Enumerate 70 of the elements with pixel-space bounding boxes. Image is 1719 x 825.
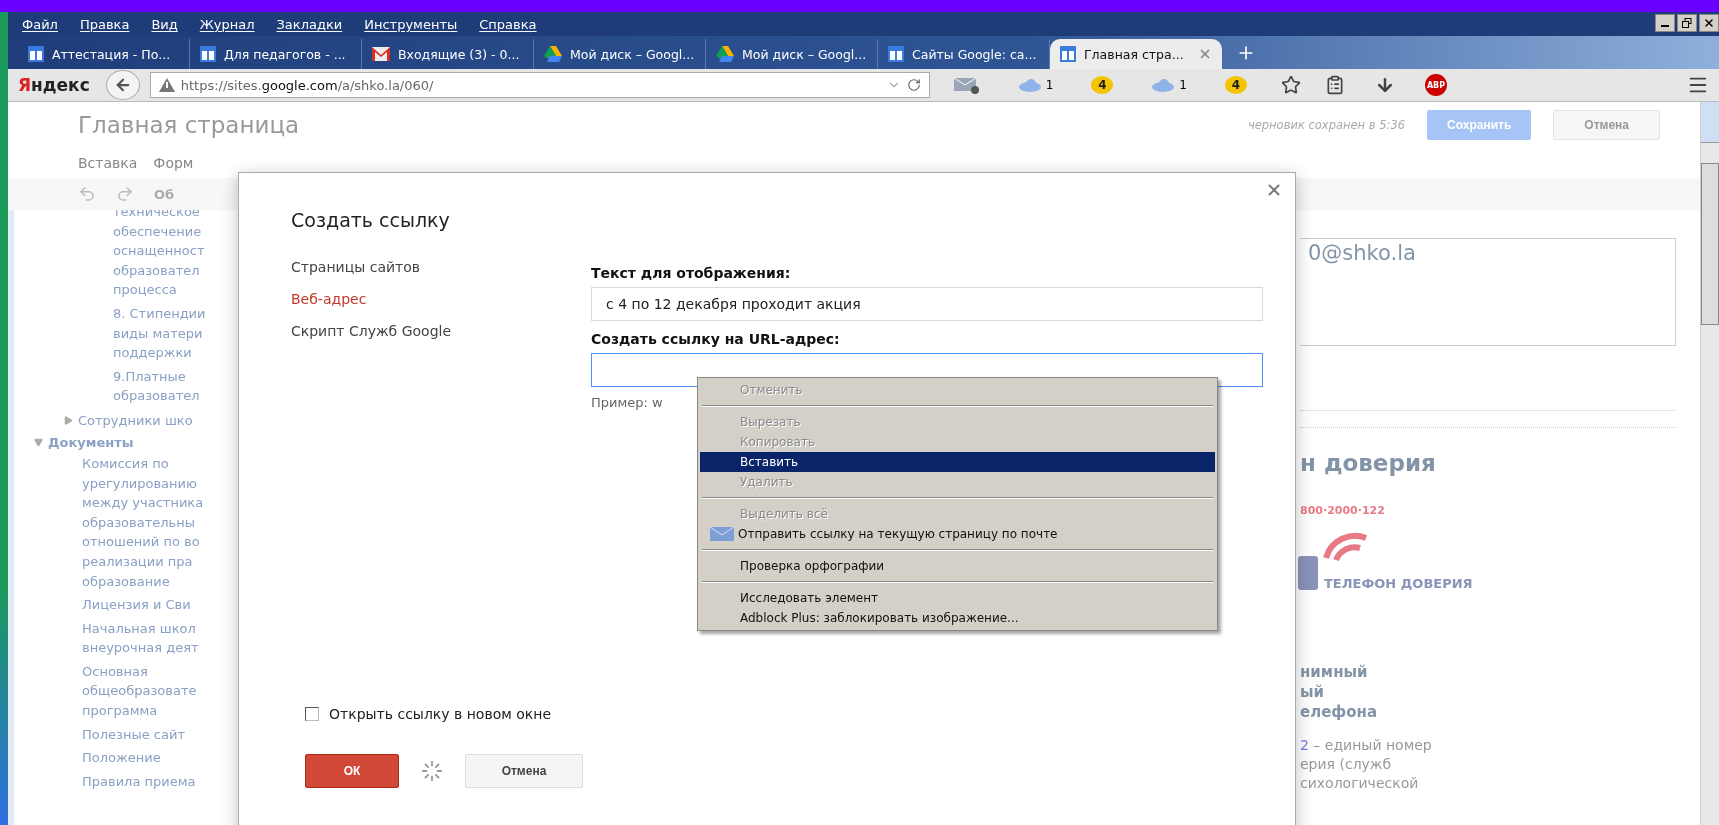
- hotline-title: нимный ый елефона: [1300, 662, 1378, 722]
- cloud-count: 1: [1045, 78, 1054, 92]
- back-button[interactable]: [105, 70, 140, 100]
- browser-logo[interactable]: Яндекс: [18, 75, 90, 95]
- close-icon[interactable]: [1699, 14, 1719, 32]
- browser-tab[interactable]: Главная стра...: [1050, 39, 1222, 69]
- menu-item[interactable]: Файл: [22, 16, 58, 32]
- new-window-checkbox[interactable]: Открыть ссылку в новом окне: [305, 706, 552, 722]
- cancel-button[interactable]: Отмена: [465, 754, 583, 788]
- cloud-count: 1: [1179, 78, 1187, 92]
- expanded-triangle-icon[interactable]: [34, 438, 43, 448]
- draft-status: черновик сохранен в 5:36: [1247, 118, 1406, 132]
- adblock-button[interactable]: ABP: [1425, 74, 1447, 96]
- email-text: 0@shko.la: [1308, 241, 1416, 265]
- envelope-icon: [710, 527, 734, 541]
- field-label: Текст для отображения:: [591, 265, 792, 281]
- dialog-title: Создать ссылку: [291, 209, 451, 231]
- loading-spinner-icon: [421, 760, 443, 782]
- context-menu-item[interactable]: Проверка орфографии: [700, 556, 1215, 576]
- link-type-option[interactable]: Страницы сайтов: [291, 259, 421, 275]
- minimize-icon[interactable]: [1655, 14, 1675, 32]
- menu-item[interactable]: Закладки: [276, 16, 343, 32]
- display-text-field[interactable]: с 4 по 12 декабря проходит акция: [591, 287, 1263, 321]
- page-layout-icon: [1060, 46, 1076, 62]
- collapsed-triangle-icon[interactable]: [64, 416, 73, 426]
- tab-title: Мой диск – Googl...: [570, 46, 695, 62]
- tab-title: Мой диск – Googl...: [742, 46, 867, 62]
- context-menu-item[interactable]: Вставить: [700, 452, 1215, 472]
- menu-item[interactable]: Правка: [79, 16, 130, 32]
- restore-icon[interactable]: [1677, 14, 1697, 32]
- address-bar[interactable]: https://sites.google.com/a/shko.la/060/: [149, 72, 930, 98]
- reload-icon[interactable]: [906, 78, 921, 92]
- tab-title: Для педагогов - ...: [224, 46, 347, 62]
- triangle-logo-icon: [544, 46, 562, 62]
- hotline-description: 2 – единый номер ерия (служб сихологической: [1300, 736, 1433, 793]
- link-type-option[interactable]: Веб-адрес: [291, 291, 367, 307]
- editor-menu-item[interactable]: Форм: [153, 155, 194, 171]
- envelope-icon: [372, 47, 390, 61]
- menu-item[interactable]: Вид: [151, 16, 178, 32]
- context-menu-item[interactable]: Adblock Plus: заблокировать изображение...: [700, 608, 1215, 628]
- count-badge[interactable]: 4: [1225, 76, 1247, 94]
- tab-title: Входящие (3) - 0...: [398, 46, 521, 62]
- page-layout-icon: [200, 46, 216, 62]
- menu-item[interactable]: Справка: [479, 16, 537, 32]
- envelope-key-icon[interactable]: [953, 76, 980, 94]
- example-hint: Пример: w: [591, 395, 664, 410]
- menu-item[interactable]: Журнал: [199, 16, 255, 32]
- context-menu-item[interactable]: Исследовать элемент: [700, 588, 1215, 608]
- clipboard-icon[interactable]: [1325, 75, 1345, 95]
- page-title: Главная страница: [78, 112, 301, 138]
- link-type-option[interactable]: Скрипт Служб Google: [291, 323, 452, 339]
- editor-menu-item[interactable]: Вставка: [78, 155, 138, 171]
- triangle-logo-icon: [716, 46, 734, 62]
- count-badge[interactable]: 4: [1091, 76, 1114, 94]
- context-menu-item[interactable]: Отправить ссылку на текущую страницу по почте: [700, 524, 1215, 544]
- field-label: Создать ссылку на URL-адрес:: [591, 331, 841, 347]
- tab-title: Аттестация - По...: [52, 46, 172, 62]
- scrollbar[interactable]: [1700, 102, 1719, 825]
- tab-title: Сайты Google: са...: [912, 46, 1038, 62]
- phone-link[interactable]: 2: [1300, 737, 1309, 753]
- ok-button[interactable]: ОК: [305, 754, 399, 788]
- section-heading: н доверия: [1300, 450, 1437, 476]
- tab-title: Главная стра...: [1084, 46, 1185, 62]
- page-layout-icon: [28, 46, 44, 62]
- page-layout-icon: [888, 46, 904, 62]
- hotline-logo-drawing: 800·2000·122 ТЕЛЕФОН ДОВЕРИЯ: [1296, 498, 1516, 618]
- star-icon[interactable]: [1281, 75, 1301, 95]
- warning-icon: [158, 78, 175, 92]
- download-icon[interactable]: [1375, 75, 1395, 95]
- menu-item[interactable]: Инструменты: [364, 16, 458, 32]
